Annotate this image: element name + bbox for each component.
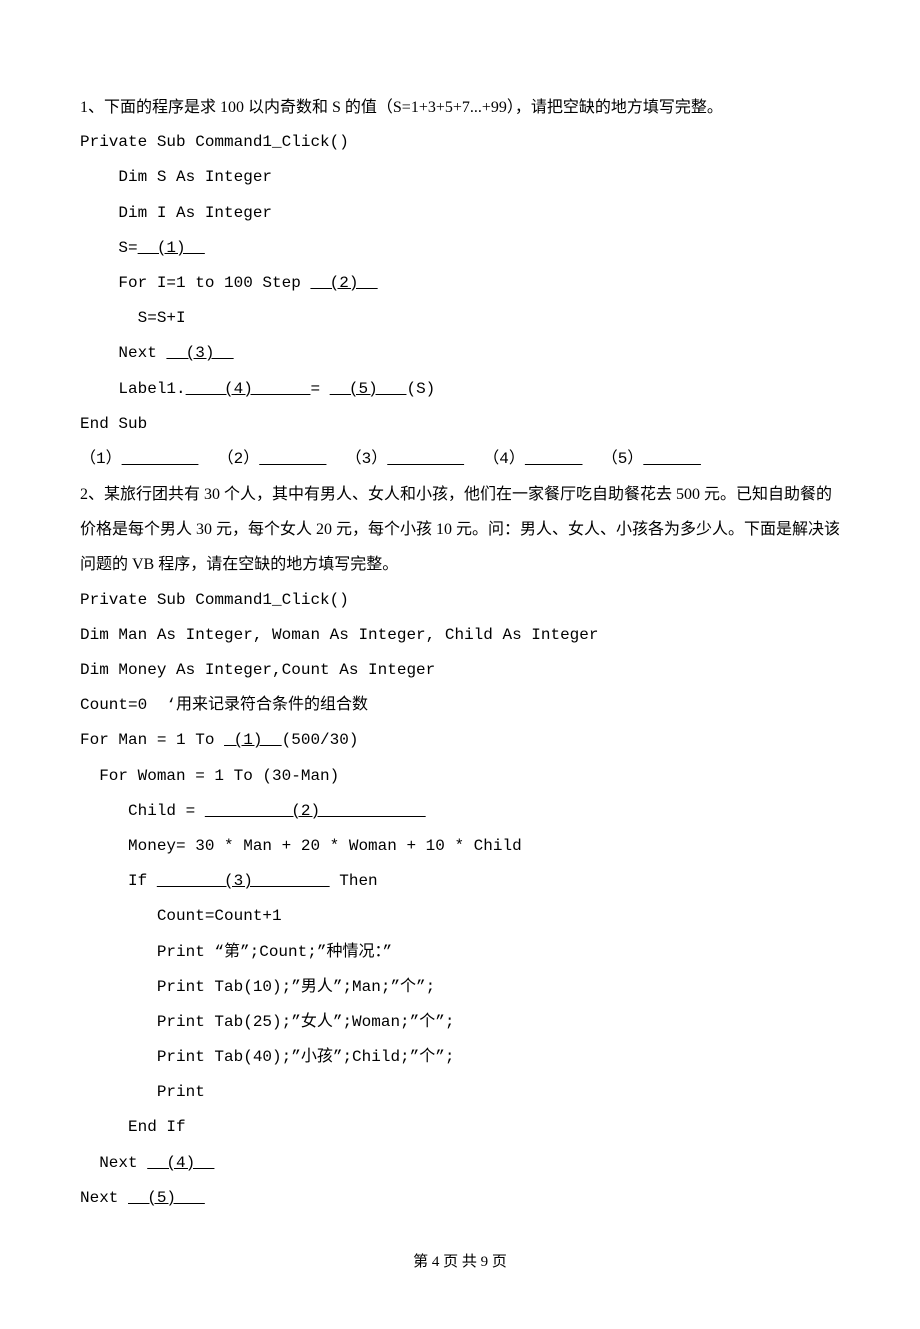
q2-code-line: Dim Man As Integer, Woman As Integer, Ch…	[80, 618, 840, 653]
text: （1）	[80, 450, 122, 468]
text: Next	[80, 1189, 128, 1207]
q2-code-line: Print	[80, 1075, 840, 1110]
q2-code-line: Money= 30 * Man + 20 * Woman + 10 * Chil…	[80, 829, 840, 864]
text: Then	[330, 872, 378, 890]
text: Label1.	[80, 380, 186, 398]
text: (500/30)	[282, 731, 359, 749]
q2-code-line: Count=Count+1	[80, 899, 840, 934]
q1-code-line: Label1. (4) = (5) (S)	[80, 372, 840, 407]
text: Child =	[80, 802, 205, 820]
q1-code-line: Next (3)	[80, 336, 840, 371]
q2-code-line: If (3) Then	[80, 864, 840, 899]
q2-code-line: End If	[80, 1110, 840, 1145]
blank-2: (2)	[205, 802, 426, 820]
text: Next	[80, 344, 166, 362]
q1-code-line: Dim I As Integer	[80, 196, 840, 231]
text: （4）	[464, 450, 525, 468]
answer-blank-3	[387, 450, 464, 468]
blank-1: (1)	[138, 239, 205, 257]
blank-1: (1)	[224, 731, 282, 749]
blank-3: (3)	[166, 344, 233, 362]
page-footer: 第 4 页 共 9 页	[80, 1246, 840, 1279]
text: For I=1 to 100 Step	[80, 274, 310, 292]
blank-3: (3)	[157, 872, 330, 890]
q1-answer-line: （1） （2） （3） （4） （5）	[80, 442, 840, 477]
q1-code-line: End Sub	[80, 407, 840, 442]
blank-5: (5)	[330, 380, 407, 398]
text: (S)	[406, 380, 435, 398]
q2-description: 2、某旅行团共有 30 个人，其中有男人、女人和小孩，他们在一家餐厅吃自助餐花去…	[80, 477, 840, 583]
question-2: 2、某旅行团共有 30 个人，其中有男人、女人和小孩，他们在一家餐厅吃自助餐花去…	[80, 477, 840, 1216]
q2-code-line: Count=0 ‘用来记录符合条件的组合数	[80, 688, 840, 723]
q2-code-line: Next (5)	[80, 1181, 840, 1216]
q1-code-line: S=S+I	[80, 301, 840, 336]
blank-4: (4)	[147, 1154, 214, 1172]
answer-blank-1	[122, 450, 199, 468]
blank-4: (4)	[186, 380, 311, 398]
q2-code-line: Print Tab(10);”男人”;Man;”个”;	[80, 970, 840, 1005]
q2-code-line: Dim Money As Integer,Count As Integer	[80, 653, 840, 688]
text: S=	[80, 239, 138, 257]
text: If	[80, 872, 157, 890]
q1-title: 1、下面的程序是求 100 以内奇数和 S 的值（S=1+3+5+7...+99…	[80, 90, 840, 125]
q2-code-line: Print Tab(25);”女人”;Woman;”个”;	[80, 1005, 840, 1040]
blank-5: (5)	[128, 1189, 205, 1207]
text: Next	[80, 1154, 147, 1172]
q1-code-line: Private Sub Command1_Click()	[80, 125, 840, 160]
q2-code-line: For Woman = 1 To (30-Man)	[80, 759, 840, 794]
text: （3）	[326, 450, 387, 468]
q2-code-line: Child = (2)	[80, 794, 840, 829]
answer-blank-5	[643, 450, 701, 468]
q1-code-line: For I=1 to 100 Step (2)	[80, 266, 840, 301]
answer-blank-2	[259, 450, 326, 468]
blank-2: (2)	[310, 274, 377, 292]
q2-code-line: Next (4)	[80, 1146, 840, 1181]
q2-code-line: Private Sub Command1_Click()	[80, 583, 840, 618]
text: =	[310, 380, 329, 398]
question-1: 1、下面的程序是求 100 以内奇数和 S 的值（S=1+3+5+7...+99…	[80, 90, 840, 477]
q2-code-line: Print “第”;Count;”种情况：”	[80, 935, 840, 970]
q1-code-line: Dim S As Integer	[80, 160, 840, 195]
text: （5）	[583, 450, 644, 468]
text: For Man = 1 To	[80, 731, 224, 749]
text: （2）	[198, 450, 259, 468]
q2-code-line: For Man = 1 To (1) (500/30)	[80, 723, 840, 758]
q1-code-line: S= (1)	[80, 231, 840, 266]
q2-code-line: Print Tab(40);”小孩”;Child;”个”;	[80, 1040, 840, 1075]
answer-blank-4	[525, 450, 583, 468]
